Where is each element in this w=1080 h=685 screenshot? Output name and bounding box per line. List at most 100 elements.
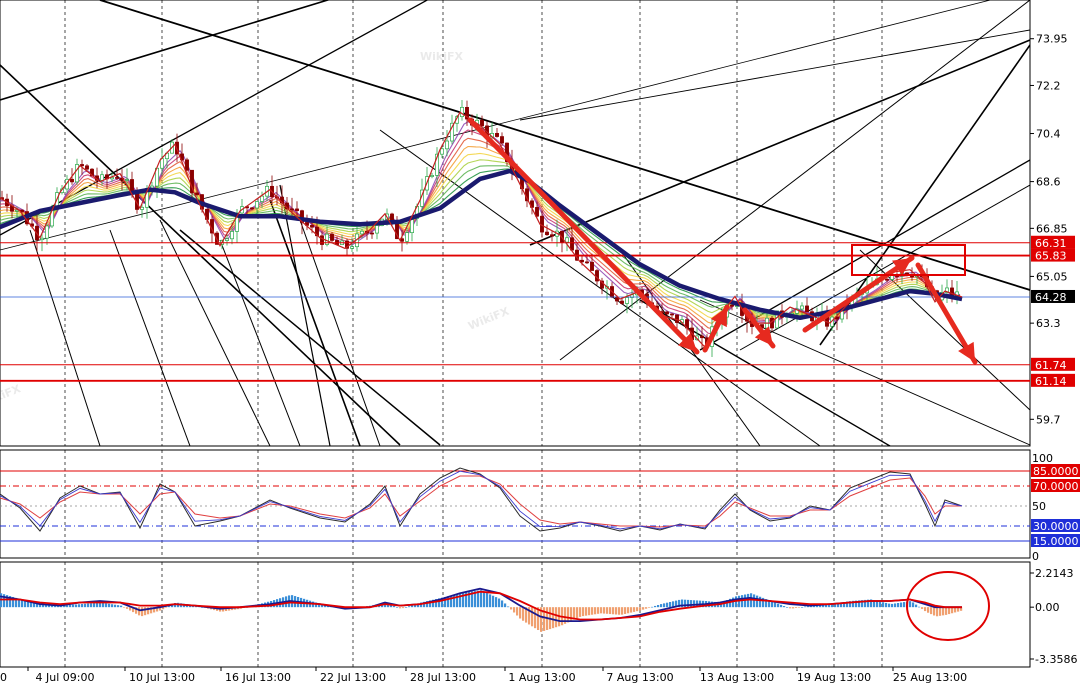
- histogram-bar: [804, 606, 807, 608]
- histogram-bar: [801, 607, 804, 608]
- candle-body: [700, 335, 704, 339]
- candle-body: [185, 159, 189, 171]
- histogram-bar: [69, 604, 72, 608]
- candle-body: [665, 311, 669, 315]
- x-tick-label: 28 Jul 13:00: [410, 671, 476, 684]
- histogram-bar: [597, 607, 600, 614]
- candle-body: [75, 164, 79, 183]
- histogram-bar: [945, 607, 948, 615]
- histogram-bar: [396, 607, 399, 608]
- candle-body: [585, 261, 589, 264]
- histogram-bar: [516, 607, 519, 616]
- histogram-bar: [882, 602, 885, 608]
- histogram-bar: [534, 607, 537, 629]
- candle-body: [670, 313, 674, 316]
- trading-chart: WikiFX WikiFX WikiFX 66.3165.8361.7461.1…: [0, 0, 1080, 685]
- histogram-bar: [612, 607, 615, 615]
- histogram-bar: [408, 606, 411, 608]
- oscillator-tick-label: 0: [1032, 550, 1039, 563]
- oscillator-tick-label: 50: [1032, 500, 1046, 513]
- histogram-bar: [789, 607, 792, 609]
- histogram-bar: [921, 607, 924, 609]
- histogram-bar: [576, 607, 579, 619]
- histogram-bar: [912, 602, 915, 608]
- histogram-bar: [777, 603, 780, 608]
- histogram-bar: [885, 602, 888, 608]
- histogram-bar: [84, 603, 87, 608]
- candle-body: [195, 192, 199, 195]
- histogram-bar: [123, 607, 126, 608]
- histogram-bar: [609, 607, 612, 615]
- histogram-bar: [498, 598, 501, 608]
- level-label: 65.83: [1035, 250, 1067, 263]
- candle-body: [360, 230, 364, 235]
- histogram-bar: [936, 607, 939, 617]
- histogram-bar: [786, 607, 789, 608]
- histogram-bar: [93, 603, 96, 608]
- candle-body: [495, 132, 499, 137]
- histogram-bar: [111, 604, 114, 608]
- histogram-bar: [915, 604, 918, 608]
- oscillator-level-label: 15.0000: [1033, 535, 1079, 548]
- histogram-bar: [621, 607, 624, 615]
- histogram-bar: [87, 603, 90, 608]
- histogram-bar: [450, 595, 453, 608]
- histogram-bar: [141, 607, 144, 617]
- candle-body: [440, 148, 444, 155]
- histogram-tick-label: 0.00: [1035, 601, 1060, 614]
- histogram-bar: [633, 607, 636, 612]
- histogram-bar: [489, 594, 492, 608]
- histogram-bar: [405, 607, 408, 608]
- histogram-bar: [96, 602, 99, 608]
- x-tick-label: 22 Jul 13:00: [320, 671, 386, 684]
- histogram-bar: [888, 603, 891, 608]
- histogram-bar: [582, 607, 585, 617]
- histogram-bar: [126, 607, 129, 609]
- candle-body: [460, 106, 464, 117]
- candle-body: [40, 237, 44, 241]
- x-tick-label: 4 Jul 09:00: [36, 671, 95, 684]
- histogram-bar: [657, 605, 660, 608]
- histogram-bar: [108, 603, 111, 608]
- histogram-bar: [900, 602, 903, 608]
- candle-body: [800, 305, 804, 310]
- histogram-bar: [663, 603, 666, 608]
- histogram-bar: [795, 607, 798, 608]
- oscillator-level-label: 85.0000: [1033, 465, 1079, 478]
- candle-body: [550, 234, 554, 237]
- y-tick-label: 63.3: [1036, 317, 1061, 330]
- candle-body: [225, 238, 229, 241]
- histogram-bar: [615, 607, 618, 615]
- y-tick-label: 70.4: [1036, 128, 1061, 141]
- histogram-bar: [618, 607, 621, 615]
- level-label: 61.14: [1035, 375, 1067, 388]
- histogram-bar: [603, 607, 606, 614]
- candle-body: [290, 208, 294, 211]
- histogram-bar: [552, 607, 555, 629]
- candle-body: [410, 218, 414, 233]
- candle-body: [45, 225, 49, 239]
- histogram-bar: [78, 604, 81, 608]
- candle-body: [375, 225, 379, 234]
- histogram-bar: [648, 607, 651, 608]
- candle-body: [255, 201, 259, 209]
- candle-body: [545, 231, 549, 236]
- candle-body: [805, 305, 809, 313]
- histogram-bar: [585, 607, 588, 616]
- candle-body: [100, 174, 104, 181]
- histogram-bar: [519, 607, 522, 619]
- histogram-bar: [483, 591, 486, 608]
- histogram-bar: [81, 604, 84, 608]
- histogram-bar: [495, 597, 498, 608]
- candle-body: [310, 225, 314, 228]
- oscillator-level-label: 70.0000: [1033, 480, 1079, 493]
- histogram-bar: [879, 601, 882, 608]
- y-tick-label: 59.7: [1036, 413, 1061, 426]
- y-tick-label: 68.6: [1036, 176, 1061, 189]
- histogram-bar: [942, 607, 945, 616]
- y-tick-label: 72.2: [1036, 79, 1061, 92]
- histogram-bar: [651, 606, 654, 608]
- histogram-bar: [891, 603, 894, 608]
- histogram-bar: [690, 600, 693, 608]
- histogram-bar: [645, 607, 648, 609]
